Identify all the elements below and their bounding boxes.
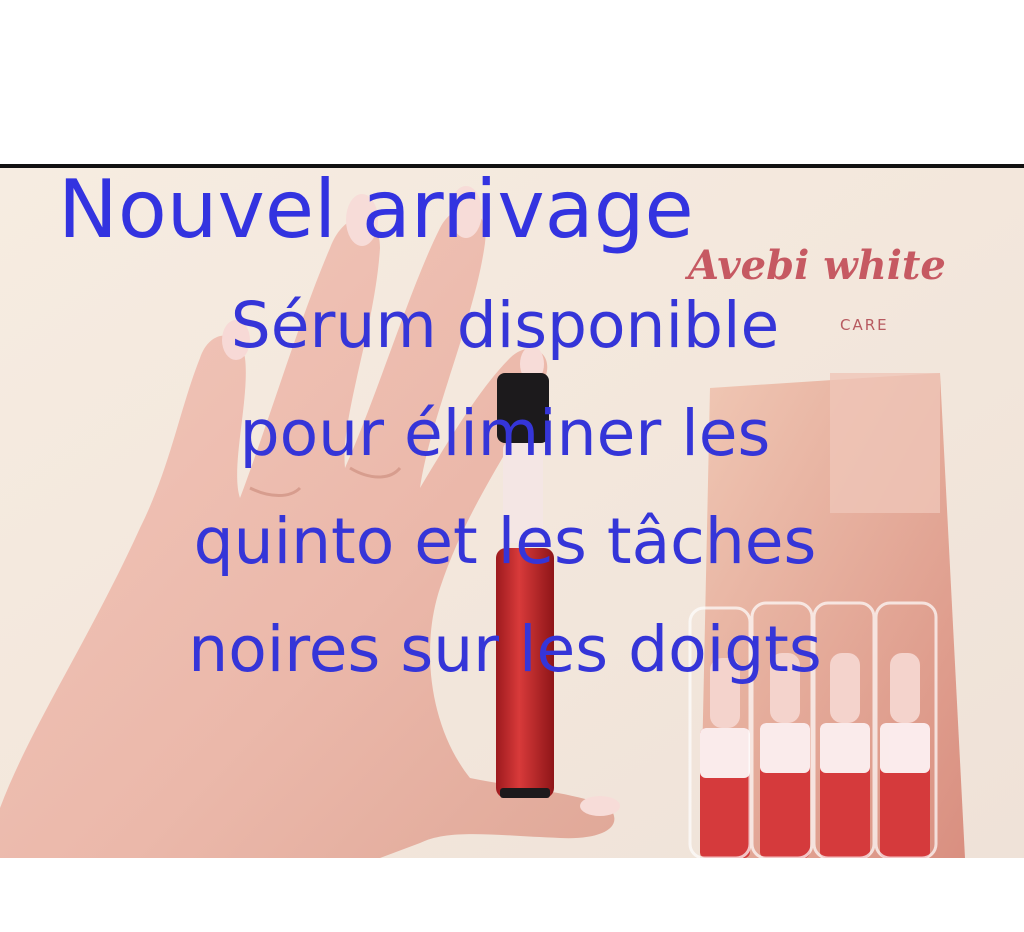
body-line: Sérum disponible (230, 289, 780, 362)
headline: Nouvel arrivage (58, 163, 694, 256)
ad-image: Avebi white CARE Nouvel arrivage Sérum d… (0, 0, 1024, 932)
body-line: pour éliminer les (239, 397, 771, 470)
body-line: noires sur les doigts (188, 613, 822, 686)
body-text: Sérum disponible pour éliminer les quint… (40, 272, 970, 704)
body-line: quinto et les tâches (193, 505, 817, 578)
